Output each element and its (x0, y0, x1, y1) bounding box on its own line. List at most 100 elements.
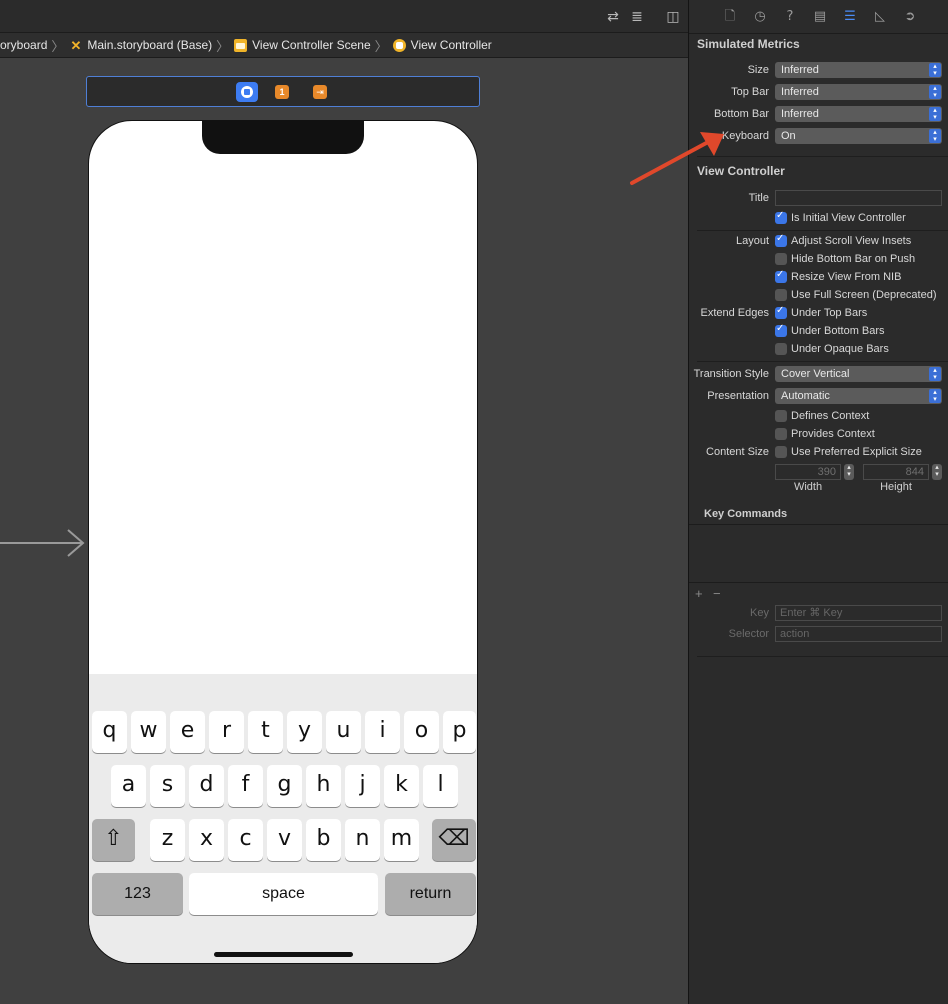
key-q: q (92, 711, 127, 753)
annotation-arrow-icon (630, 132, 724, 185)
selector-input[interactable]: action (775, 626, 942, 642)
content-size-label: Content Size (706, 446, 769, 458)
simulated-keyboard: q w e r t y u i o p a s d f g h j k l ⇧ … (89, 674, 477, 963)
key-f: f (228, 765, 263, 807)
chevron-right-icon: 〉 (51, 38, 65, 54)
key-m: m (384, 819, 419, 861)
key-p: p (443, 711, 476, 753)
exit-icon[interactable]: ⇥ (313, 85, 327, 99)
under-top-bars-checkbox[interactable]: Under Top Bars (775, 305, 867, 321)
checkbox-unchecked-icon (775, 428, 787, 440)
attributes-inspector-icon[interactable]: ☰ (842, 9, 858, 25)
checkbox-label: Under Top Bars (791, 307, 868, 319)
scene-dock[interactable]: 1 ⇥ (86, 76, 480, 107)
view-controller-icon (392, 38, 406, 52)
key-a: a (111, 765, 146, 807)
checkbox-label: Defines Context (791, 410, 870, 422)
bottom-bar-label: Bottom Bar (713, 108, 769, 120)
editor-options-icon[interactable]: ≣ (629, 9, 645, 25)
provides-context-checkbox[interactable]: Provides Context (775, 426, 875, 442)
preferred-size-checkbox[interactable]: Use Preferred Explicit Size (775, 444, 922, 460)
key-commands-header: Key Commands (689, 505, 948, 525)
full-screen-checkbox[interactable]: Use Full Screen (Deprecated) (775, 287, 937, 303)
popup-value: Automatic (781, 390, 830, 402)
home-indicator (214, 952, 353, 957)
keyboard-popup[interactable]: On ▴ ▾ (775, 128, 942, 144)
size-label: Size (747, 64, 769, 76)
breadcrumb-item-main-storyboard[interactable]: ✕ Main.storyboard (Base) 〉 (69, 33, 234, 57)
checkbox-label: Use Preferred Explicit Size (791, 446, 922, 458)
first-responder-icon[interactable]: 1 (275, 85, 289, 99)
section-divider (697, 656, 948, 657)
extend-edges-label: Extend Edges (700, 307, 770, 319)
top-bar-popup[interactable]: Inferred ▴ ▾ (775, 84, 942, 100)
key-commands-title: Key Commands (704, 508, 788, 520)
device-notch (202, 121, 364, 154)
breadcrumb-item-scene[interactable]: View Controller Scene 〉 (234, 33, 393, 57)
storyboard-canvas[interactable]: ⇄ ≣ ◫ oryboard 〉 ✕ Main.storyboard (Base… (0, 0, 688, 1004)
checkbox-unchecked-icon (775, 289, 787, 301)
under-opaque-bars-checkbox[interactable]: Under Opaque Bars (775, 341, 889, 357)
history-inspector-icon[interactable]: ◷ (752, 9, 768, 25)
file-inspector-icon[interactable]: 🗋 (722, 9, 738, 25)
updown-icon: ▴ ▾ (929, 85, 941, 99)
transition-style-popup[interactable]: Cover Vertical ▴ ▾ (775, 366, 942, 382)
storyboard-icon: ✕ (70, 37, 82, 53)
checkbox-label: Use Full Screen (Deprecated) (791, 289, 937, 301)
bottom-bar-popup[interactable]: Inferred ▴ ▾ (775, 106, 942, 122)
breadcrumb-item-storyboard[interactable]: oryboard 〉 (0, 33, 69, 57)
connections-inspector-icon[interactable]: ➲ (902, 9, 918, 25)
key-z: z (150, 819, 185, 861)
hide-bottom-bar-checkbox[interactable]: Hide Bottom Bar on Push (775, 251, 915, 267)
updown-icon: ▴ ▾ (929, 63, 941, 77)
checkbox-checked-icon (775, 210, 787, 224)
remove-key-command-button[interactable]: − (713, 586, 721, 601)
key-j: j (345, 765, 380, 807)
editor-toolbar: ⇄ ≣ ◫ (0, 0, 688, 33)
size-popup[interactable]: Inferred ▴ ▾ (775, 62, 942, 78)
updown-icon: ▴ ▾ (929, 129, 941, 143)
key-e: e (170, 711, 205, 753)
key-s: s (150, 765, 185, 807)
identity-inspector-icon[interactable]: ▤ (812, 9, 828, 25)
width-field[interactable]: 390 (775, 464, 841, 480)
key-c: c (228, 819, 263, 861)
presentation-popup[interactable]: Automatic ▴ ▾ (775, 388, 942, 404)
adjust-scroll-checkbox[interactable]: Adjust Scroll View Insets (775, 233, 911, 249)
help-inspector-icon[interactable]: ? (782, 9, 798, 25)
height-stepper-icon[interactable]: ▴ ▾ (932, 464, 942, 480)
key-commands-list[interactable] (689, 525, 948, 583)
simulated-metrics-title: Simulated Metrics (697, 37, 800, 51)
width-stepper-icon[interactable]: ▴ ▾ (844, 464, 854, 480)
chevron-right-icon: 〉 (374, 38, 388, 54)
key-g: g (267, 765, 302, 807)
defines-context-checkbox[interactable]: Defines Context (775, 408, 869, 424)
resize-view-checkbox[interactable]: Resize View From NIB (775, 269, 901, 285)
layout-label: Layout (735, 235, 769, 247)
popup-value: Cover Vertical (781, 368, 850, 380)
under-bottom-bars-checkbox[interactable]: Under Bottom Bars (775, 323, 885, 339)
checkbox-label: Provides Context (791, 428, 875, 440)
key-input[interactable]: Enter ⌘ Key (775, 605, 942, 621)
updown-icon: ▴ ▾ (929, 107, 941, 121)
add-key-command-button[interactable]: + (695, 586, 703, 601)
iphone-preview[interactable]: q w e r t y u i o p a s d f g h j k l ⇧ … (88, 120, 478, 964)
checkbox-checked-icon (775, 269, 787, 283)
add-editor-icon[interactable]: ◫ (665, 9, 681, 25)
breadcrumb-label: Main.storyboard (Base) (87, 38, 213, 52)
selector-label: Selector (728, 628, 769, 640)
checkbox-unchecked-icon (775, 253, 787, 265)
view-controller-icon[interactable] (236, 82, 258, 102)
breadcrumb-item-view-controller[interactable]: View Controller (392, 33, 492, 57)
xcode-window: ⇄ ≣ ◫ oryboard 〉 ✕ Main.storyboard (Base… (0, 0, 948, 1004)
swap-arrows-icon[interactable]: ⇄ (605, 9, 621, 25)
scene-icon (234, 38, 248, 52)
key-r: r (209, 711, 244, 753)
key-o: o (404, 711, 439, 753)
height-field[interactable]: 844 (863, 464, 929, 480)
size-inspector-icon[interactable]: ◺ (872, 9, 888, 25)
key-d: d (189, 765, 224, 807)
initial-view-controller-arrow-icon[interactable] (0, 528, 90, 558)
is-initial-checkbox[interactable]: Is Initial View Controller (775, 210, 906, 226)
title-input[interactable] (775, 190, 942, 206)
